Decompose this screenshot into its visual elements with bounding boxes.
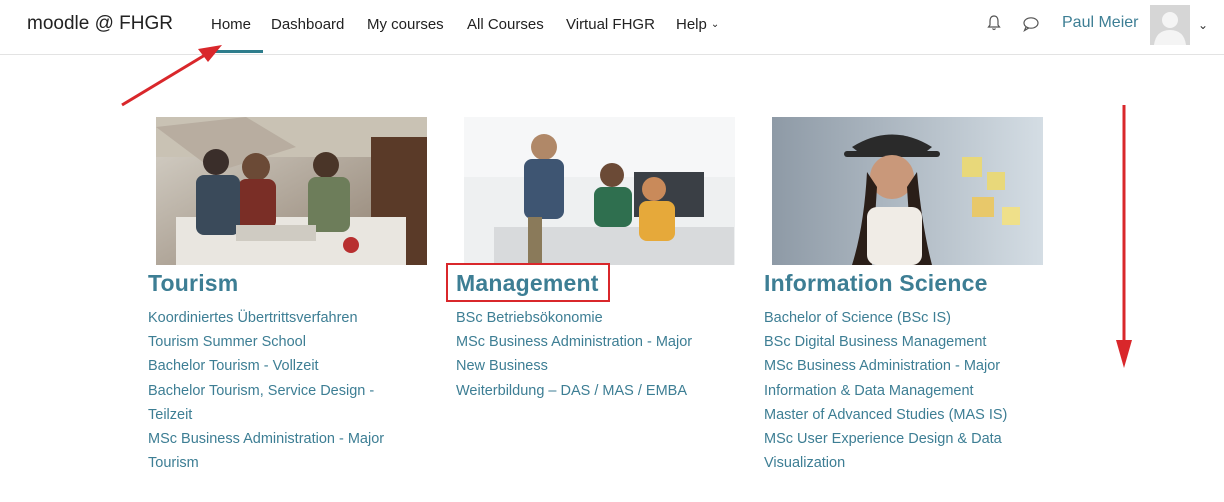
course-link[interactable]: Visualization	[764, 451, 1007, 475]
course-link[interactable]: Tourism Summer School	[148, 330, 384, 354]
course-link[interactable]: Bachelor Tourism - Vollzeit	[148, 354, 384, 378]
user-menu-name[interactable]: Paul Meier	[1062, 14, 1138, 32]
nav-help-label: Help	[676, 16, 707, 33]
message-icon[interactable]	[1022, 16, 1040, 37]
course-link[interactable]: Weiterbildung – DAS / MAS / EMBA	[456, 379, 692, 403]
nav-help[interactable]: Help ⌄	[676, 16, 719, 33]
navbar: moodle @ FHGR Home Dashboard My courses …	[0, 0, 1224, 55]
category-title-tourism[interactable]: Tourism	[148, 270, 238, 297]
course-link[interactable]: New Business	[456, 354, 692, 378]
nav-home[interactable]: Home	[211, 16, 251, 33]
course-link[interactable]: MSc User Experience Design & Data	[764, 427, 1007, 451]
course-link[interactable]: MSc Business Administration - Major	[148, 427, 384, 451]
course-link[interactable]: Bachelor Tourism, Service Design -	[148, 379, 384, 403]
course-link[interactable]: Bachelor of Science (BSc IS)	[764, 306, 1007, 330]
nav-dashboard[interactable]: Dashboard	[271, 16, 344, 33]
course-link[interactable]: Master of Advanced Studies (MAS IS)	[764, 403, 1007, 427]
annotation-highlight-box	[446, 263, 610, 302]
site-brand[interactable]: moodle @ FHGR	[27, 13, 173, 35]
nav-my-courses[interactable]: My courses	[367, 16, 444, 33]
course-link[interactable]: BSc Digital Business Management	[764, 330, 1007, 354]
course-link[interactable]: Koordiniertes Übertrittsverfahren	[148, 306, 384, 330]
chevron-down-icon: ⌄	[710, 19, 720, 30]
course-link[interactable]: MSc Business Administration - Major	[764, 354, 1007, 378]
annotation-arrow-scroll-down	[1116, 105, 1132, 368]
bell-icon[interactable]	[987, 14, 1001, 37]
nav-all-courses[interactable]: All Courses	[467, 16, 544, 33]
management-category-image[interactable]	[464, 117, 735, 265]
information-science-course-list: Bachelor of Science (BSc IS) BSc Digital…	[764, 306, 1007, 475]
tourism-category-image[interactable]	[156, 117, 427, 265]
information-science-category-image[interactable]	[772, 117, 1043, 265]
course-link[interactable]: Information & Data Management	[764, 379, 1007, 403]
course-link[interactable]: MSc Business Administration - Major	[456, 330, 692, 354]
avatar[interactable]	[1150, 5, 1190, 45]
user-menu-chevron-icon[interactable]: ⌄	[1198, 18, 1208, 32]
nav-virtual-fhgr[interactable]: Virtual FHGR	[566, 16, 655, 33]
nav-active-indicator	[208, 50, 263, 53]
tourism-course-list: Koordiniertes Übertrittsverfahren Touris…	[148, 306, 384, 475]
management-course-list: BSc Betriebsökonomie MSc Business Admini…	[456, 306, 692, 403]
category-title-information-science[interactable]: Information Science	[764, 270, 988, 297]
course-link[interactable]: Teilzeit	[148, 403, 384, 427]
course-link[interactable]: BSc Betriebsökonomie	[456, 306, 692, 330]
course-link[interactable]: Tourism	[148, 451, 384, 475]
